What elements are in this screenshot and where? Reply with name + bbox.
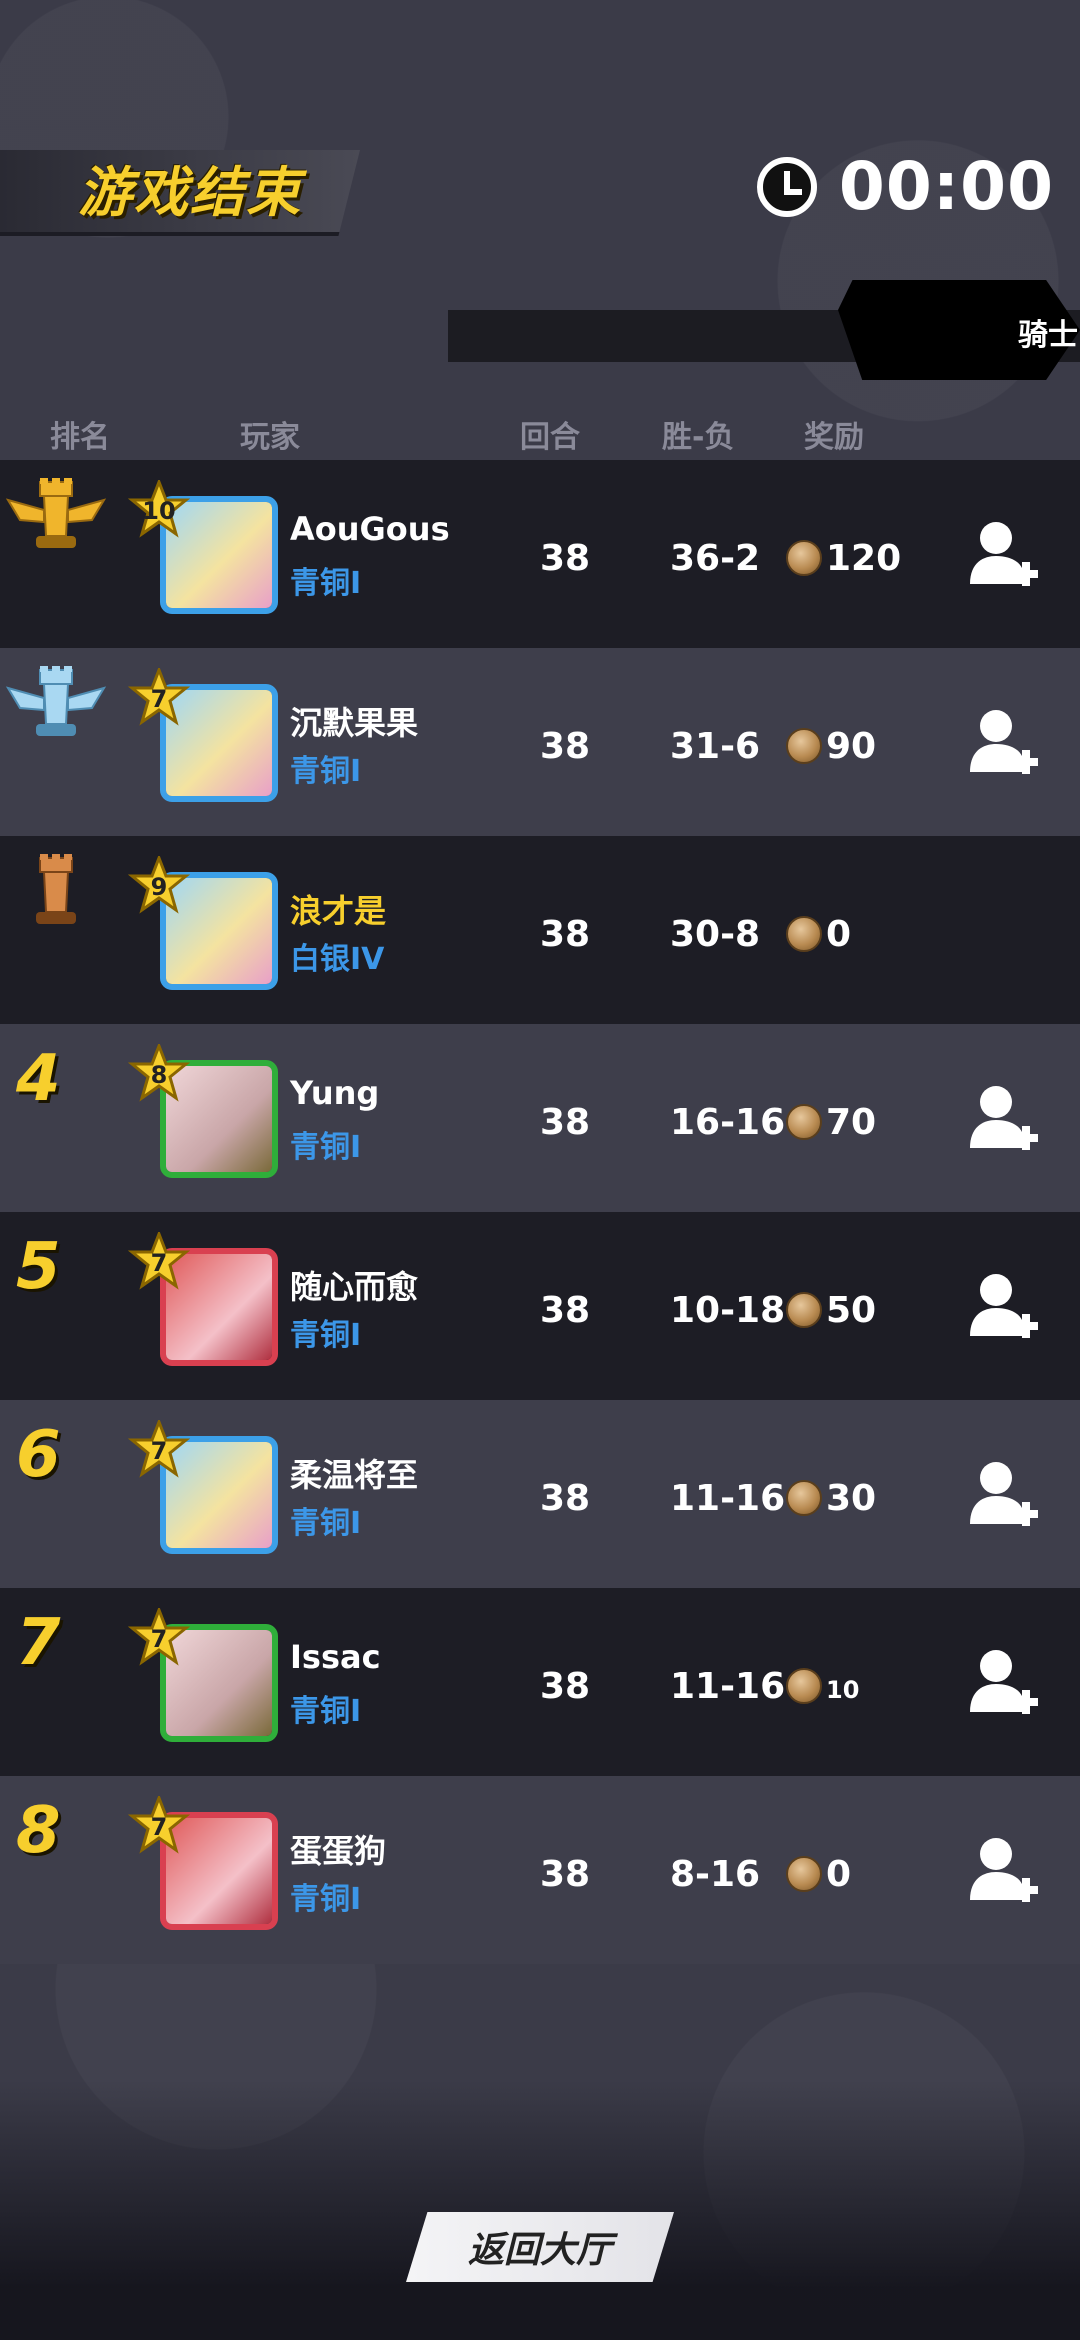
player-tier: 青铜I xyxy=(290,1882,362,1917)
timer: 00:00 xyxy=(756,148,1054,225)
player-rounds: 38 xyxy=(540,726,591,767)
player-row: 9 浪才是 白银IV 38 30-8 0 xyxy=(0,836,1080,1024)
rank-number: 5 xyxy=(16,1230,61,1304)
header-player: 玩家 xyxy=(240,420,300,455)
coin-icon xyxy=(786,1668,822,1704)
player-list: 10 AouGous 青铜I 38 36-2 120 7 沉默果果 青铜I 38… xyxy=(0,460,1080,1964)
player-rounds: 38 xyxy=(540,1666,591,1707)
timer-text: 00:00 xyxy=(838,148,1054,225)
player-rounds: 38 xyxy=(540,538,591,579)
add-friend-icon[interactable] xyxy=(966,518,1038,594)
add-friend-icon[interactable] xyxy=(966,1458,1038,1534)
player-level: 10 xyxy=(142,497,176,525)
player-row: 5 7 随心而愈 青铜I 38 10-18 50 xyxy=(0,1212,1080,1400)
coin-icon xyxy=(786,916,822,952)
player-tier: 青铜I xyxy=(290,566,362,601)
player-win-loss: 31-6 xyxy=(670,726,761,767)
silver-chess-rook-winged-icon xyxy=(0,658,112,754)
player-name: 柔温将至 xyxy=(290,1456,419,1494)
player-row: 7 7 Issac 青铜I 38 11-16 10 xyxy=(0,1588,1080,1776)
column-headers: 排名 玩家 回合 胜-负 奖励 xyxy=(0,412,1080,458)
add-friend-icon[interactable] xyxy=(966,1834,1038,1910)
player-reward: 90 xyxy=(826,726,877,767)
player-tier: 青铜I xyxy=(290,1318,362,1353)
player-level: 7 xyxy=(150,1437,168,1465)
add-friend-icon[interactable] xyxy=(966,1646,1038,1722)
header-rounds: 回合 xyxy=(520,420,580,455)
clock-icon xyxy=(756,156,817,217)
player-tier: 青铜I xyxy=(290,1506,362,1541)
player-row: 6 7 柔温将至 青铜I 38 11-16 30 xyxy=(0,1400,1080,1588)
bronze-chess-rook-icon xyxy=(0,846,112,942)
player-level: 7 xyxy=(150,1625,168,1653)
page-title: 游戏结束 xyxy=(78,161,302,224)
rank-number: 8 xyxy=(16,1794,61,1868)
player-reward: 50 xyxy=(826,1290,877,1331)
player-row: 8 7 蛋蛋狗 青铜I 38 8-16 0 xyxy=(0,1776,1080,1964)
player-tier: 青铜I xyxy=(290,754,362,789)
rank-number: 7 xyxy=(16,1606,61,1680)
coin-icon xyxy=(786,1480,822,1516)
player-rounds: 38 xyxy=(540,1102,591,1143)
player-tier: 白银IV xyxy=(290,942,385,977)
player-rounds: 38 xyxy=(540,1478,591,1519)
knight-label: 骑士 xyxy=(1018,318,1078,353)
player-name: 随心而愈 xyxy=(290,1268,419,1306)
coin-icon xyxy=(786,1856,822,1892)
player-win-loss: 36-2 xyxy=(670,538,761,579)
player-rounds: 38 xyxy=(540,1290,591,1331)
player-reward: 10 xyxy=(826,1676,860,1704)
player-reward: 120 xyxy=(826,538,902,579)
bottom-fade xyxy=(0,2080,1080,2340)
return-lobby-button[interactable]: 返回大厅 xyxy=(406,2212,674,2282)
player-name: 沉默果果 xyxy=(290,704,419,742)
player-level: 8 xyxy=(150,1061,168,1089)
add-friend-icon[interactable] xyxy=(966,1082,1038,1158)
player-name: AouGous xyxy=(290,510,450,548)
player-rounds: 38 xyxy=(540,914,591,955)
rank-number: 6 xyxy=(16,1418,61,1492)
player-win-loss: 30-8 xyxy=(670,914,761,955)
player-win-loss: 11-16 xyxy=(670,1478,786,1519)
player-level: 7 xyxy=(150,1249,168,1277)
add-friend-icon[interactable] xyxy=(966,706,1038,782)
player-win-loss: 8-16 xyxy=(670,1854,761,1895)
player-win-loss: 10-18 xyxy=(670,1290,786,1331)
header-win-loss: 胜-负 xyxy=(662,420,735,455)
gold-chess-rook-winged-icon xyxy=(0,470,112,566)
header-rank: 排名 xyxy=(50,420,110,455)
player-win-loss: 11-16 xyxy=(670,1666,786,1707)
player-row: 7 沉默果果 青铜I 38 31-6 90 xyxy=(0,648,1080,836)
player-name: Yung xyxy=(290,1074,380,1112)
coin-icon xyxy=(786,1104,822,1140)
coin-icon xyxy=(786,540,822,576)
player-tier: 青铜I xyxy=(290,1694,362,1729)
add-friend-icon[interactable] xyxy=(966,1270,1038,1346)
player-name: 蛋蛋狗 xyxy=(290,1832,387,1870)
player-level: 9 xyxy=(150,873,168,901)
coin-icon xyxy=(786,728,822,764)
player-tier: 青铜I xyxy=(290,1130,362,1165)
player-rounds: 38 xyxy=(540,1854,591,1895)
player-level: 7 xyxy=(150,1813,168,1841)
header-reward: 奖励 xyxy=(804,420,864,455)
player-win-loss: 16-16 xyxy=(670,1102,786,1143)
player-reward: 0 xyxy=(826,914,852,955)
player-name: Issac xyxy=(290,1638,381,1676)
rank-number: 4 xyxy=(16,1042,61,1116)
player-reward: 30 xyxy=(826,1478,877,1519)
player-name: 浪才是 xyxy=(290,892,387,930)
player-reward: 0 xyxy=(826,1854,852,1895)
player-row: 4 8 Yung 青铜I 38 16-16 70 xyxy=(0,1024,1080,1212)
coin-icon xyxy=(786,1292,822,1328)
player-reward: 70 xyxy=(826,1102,877,1143)
player-row: 10 AouGous 青铜I 38 36-2 120 xyxy=(0,460,1080,648)
player-level: 7 xyxy=(150,685,168,713)
